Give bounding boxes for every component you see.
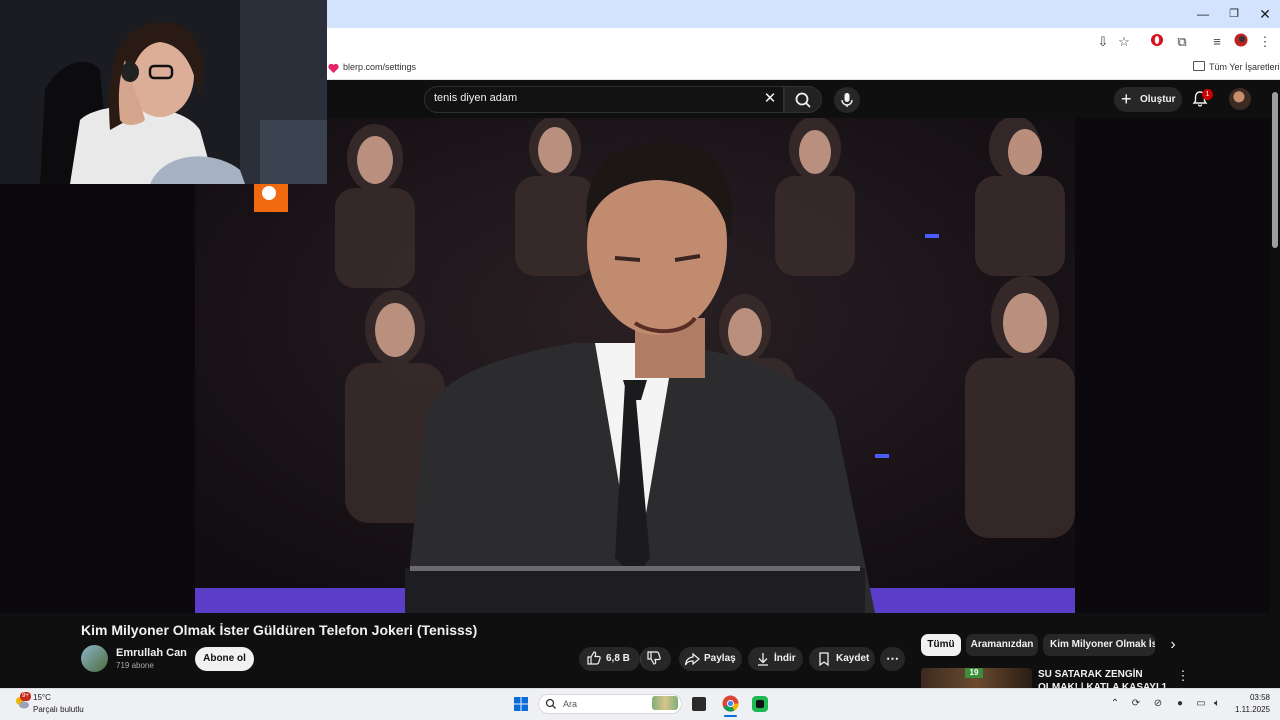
install-app-icon[interactable]: ⇩: [1094, 33, 1112, 51]
opera-extension-icon[interactable]: [1148, 33, 1166, 51]
channel-avatar[interactable]: [81, 645, 108, 672]
all-bookmarks-link[interactable]: Tüm Yer İşaretleri: [1209, 62, 1280, 72]
bookmark-star-icon[interactable]: ☆: [1115, 33, 1133, 51]
folder-icon: [1193, 61, 1205, 71]
plus-icon: +: [1121, 89, 1132, 109]
voice-search-button[interactable]: [834, 87, 860, 113]
page-scrollbar-thumb[interactable]: [1272, 92, 1278, 248]
profile-avatar-icon[interactable]: [1232, 33, 1250, 51]
minimize-window-button[interactable]: —: [1192, 4, 1214, 24]
related-menu-icon[interactable]: ⋮: [1176, 668, 1190, 684]
taskbar-search-placeholder: Ara: [563, 699, 578, 709]
blerp-favicon-icon: [328, 61, 339, 73]
video-player[interactable]: [195, 118, 1075, 613]
thumbs-down-icon: [647, 651, 661, 665]
restore-window-button[interactable]: ❐: [1223, 4, 1245, 24]
chrome-taskbar-icon[interactable]: [722, 695, 739, 712]
taskbar-search-icon: [545, 697, 557, 709]
extensions-puzzle-icon[interactable]: ⧉: [1173, 33, 1191, 51]
subscriber-count: 719 abone: [116, 661, 154, 670]
task-view-icon[interactable]: [692, 697, 706, 711]
microphone-tray-icon[interactable]: ●: [1173, 697, 1187, 711]
related-thumb-badge: 19: [965, 668, 983, 678]
like-count: 6,8 B: [606, 653, 630, 664]
search-query-text: tenis diyen adam: [434, 92, 518, 104]
chrome-active-indicator: [724, 715, 737, 717]
weather-temperature[interactable]: 15°C: [33, 693, 51, 702]
video-letterbox-left: [0, 118, 195, 613]
app-icon-inner: [756, 700, 764, 708]
app-taskbar-icon[interactable]: [752, 696, 768, 712]
chip-from-search[interactable]: Aramanızdan: [966, 634, 1038, 656]
channel-name[interactable]: Emrullah Can: [116, 647, 187, 659]
bookmark-blerp[interactable]: blerp.com/settings: [343, 62, 416, 72]
logo-mark: [262, 186, 276, 200]
share-label: Paylaş: [704, 653, 736, 664]
close-window-button[interactable]: ✕: [1254, 4, 1276, 24]
weather-description[interactable]: Parçalı bulutlu: [33, 705, 84, 714]
display-tray-icon[interactable]: ▭: [1194, 697, 1208, 711]
download-label: İndir: [774, 653, 796, 664]
search-button[interactable]: [784, 86, 822, 113]
chips-next-chevron-icon[interactable]: ›: [1162, 634, 1184, 656]
show-hidden-icons-chevron[interactable]: ⌃: [1108, 697, 1122, 711]
video-letterbox-right: [1075, 118, 1270, 613]
search-highlight-image: [652, 696, 678, 710]
volume-icon[interactable]: 🔈︎: [1210, 697, 1224, 711]
chip-all[interactable]: Tümü: [921, 634, 961, 656]
network-off-icon[interactable]: ⊘: [1151, 697, 1165, 711]
save-label: Kaydet: [836, 653, 870, 664]
channel-logo-overlay: [254, 184, 288, 212]
download-icon: [755, 651, 771, 667]
sync-tray-icon[interactable]: ⟳: [1129, 697, 1143, 711]
search-icon: [795, 92, 811, 108]
account-avatar[interactable]: [1229, 88, 1251, 110]
chip-kim-milyoner[interactable]: Kim Milyoner Olmak İster: [1043, 634, 1155, 656]
thumbs-up-icon: [586, 650, 602, 666]
windows-start-icon[interactable]: [513, 696, 529, 712]
webcam-feed: [0, 0, 327, 184]
microphone-icon: [841, 93, 853, 107]
media-control-icon[interactable]: ≡: [1208, 33, 1226, 51]
browser-menu-icon[interactable]: ⋮: [1256, 33, 1274, 51]
bookmark-icon: [816, 651, 832, 667]
clock-time[interactable]: 03:58: [1238, 693, 1270, 702]
video-title: Kim Milyoner Olmak İster Güldüren Telefo…: [81, 622, 478, 638]
weather-badge: 9+: [20, 692, 31, 701]
subscribe-button[interactable]: Abone ol: [195, 647, 254, 671]
more-actions-button[interactable]: ⋯: [880, 647, 905, 671]
dislike-button[interactable]: [640, 647, 671, 671]
related-video-title[interactable]: SU SATARAK ZENGİN OLMAK! | KATLA KASAYI …: [1038, 668, 1173, 688]
notification-count-badge: 1: [1202, 89, 1213, 100]
clear-search-icon[interactable]: ✕: [760, 89, 780, 109]
share-arrow-icon: [684, 651, 700, 667]
webcam-overlay: [0, 0, 327, 184]
clock-date[interactable]: 1.11.2025: [1226, 705, 1270, 714]
video-frame: [195, 118, 1075, 613]
